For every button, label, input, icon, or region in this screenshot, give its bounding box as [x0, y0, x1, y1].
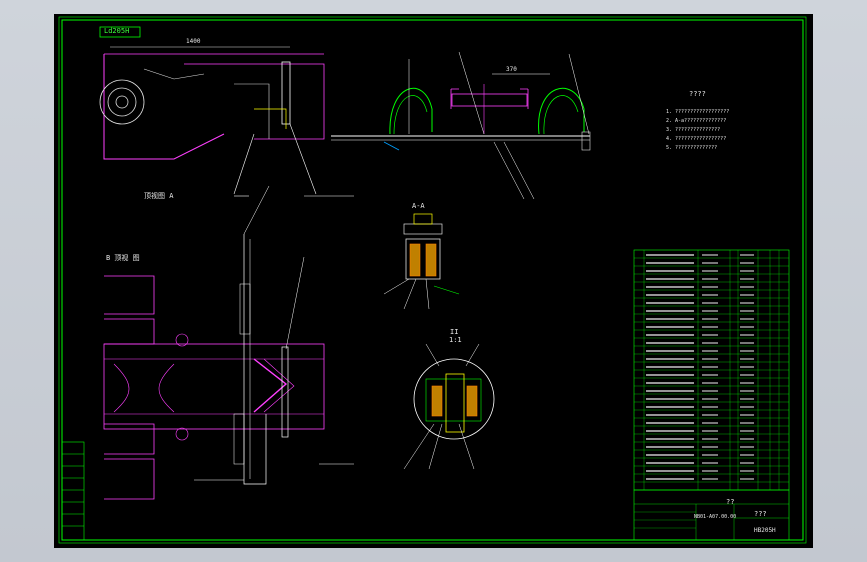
- left-revision-table: [61, 441, 85, 541]
- section-ii-view: [403, 343, 495, 470]
- requirement-3: 3. ???????????????: [666, 127, 721, 133]
- requirement-5: 5. ??????????????: [666, 145, 718, 151]
- bottom-plan-view: [103, 185, 354, 500]
- bom-footer-cell: NB01-A07.00.00: [694, 514, 737, 520]
- section-ii-label: II: [450, 328, 459, 336]
- requirements-title: ????: [689, 90, 706, 98]
- requirement-4: 4. ?????????????????: [666, 136, 727, 142]
- drawing-tag: Ld205H: [104, 27, 130, 35]
- bom-name-cell: ???: [754, 510, 767, 518]
- section-a-a-view: [383, 213, 460, 310]
- plan-view-label: B 顶视 图: [106, 254, 140, 262]
- bom-table: [633, 249, 790, 541]
- requirements-list: 1. ?????????????????? 2. A-a????????????…: [666, 108, 729, 153]
- bom-code-cell: HB205H: [754, 527, 776, 534]
- cad-canvas[interactable]: Ld205H 1400 370 顶视图 A B 顶视 图 A-A II 1:1 …: [54, 14, 813, 548]
- section-ii-scale: 1:1: [449, 336, 462, 344]
- requirement-1: 1. ??????????????????: [666, 109, 730, 115]
- dimension-mid: 370: [506, 66, 517, 73]
- top-left-view: [99, 46, 354, 197]
- top-middle-view: [331, 51, 591, 200]
- sheet-border: [61, 19, 804, 541]
- bom-title-cell: ??: [726, 498, 735, 506]
- requirement-2: 2. A-a??????????????: [666, 118, 727, 124]
- dimension-top: 1400: [186, 38, 201, 45]
- view-a-label: 顶视图 A: [144, 192, 174, 200]
- section-a-a-label: A-A: [412, 202, 425, 210]
